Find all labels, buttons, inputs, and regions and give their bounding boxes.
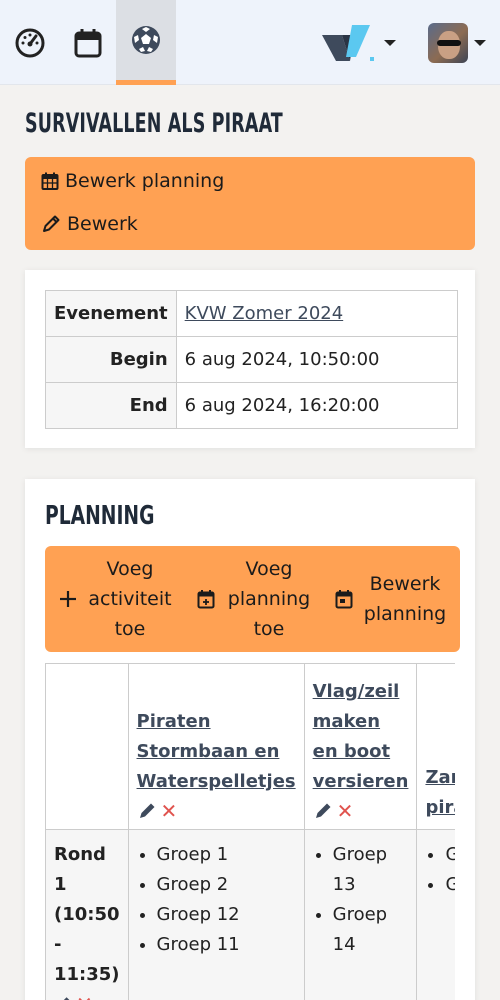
begin-value: 6 aug 2024, 10:50:00	[175, 336, 458, 383]
table-row: End 6 aug 2024, 16:20:00	[45, 382, 458, 429]
column-header: Vlag/zeil maken en boot versieren ✕	[303, 663, 418, 830]
list-item: Groep 12	[157, 900, 296, 930]
user-menu-dropdown[interactable]	[428, 0, 486, 85]
edit-planning-button[interactable]: Bewerk planning	[335, 546, 449, 652]
activity-link[interactable]: Piraten Stormbaan en Waterspelletjes	[137, 707, 296, 797]
delete-icon[interactable]: ✕	[337, 799, 354, 823]
round-label: Rond 1 (10:50 - 11:35)	[54, 844, 120, 985]
planning-card: PLANNING Voeg activiteit toe Voeg planni…	[25, 479, 475, 1000]
avatar	[428, 22, 468, 63]
pencil-icon	[43, 215, 60, 232]
plus-icon	[60, 591, 76, 607]
planning-title: PLANNING	[45, 501, 155, 531]
list-item: Gr	[445, 840, 455, 870]
corner-header	[45, 663, 129, 830]
brand-dropdown[interactable]	[322, 0, 396, 85]
schedule-cell: Groep 13 Groep 14	[303, 829, 418, 1000]
list-item: Groep 1	[157, 840, 296, 870]
add-planning-label: Voeg planning toe	[227, 558, 311, 640]
edit-planning-link[interactable]: Bewerk planning	[41, 170, 224, 192]
event-key: Evenement	[45, 290, 177, 337]
calendar-grid-icon	[41, 172, 59, 190]
activities-nav-link[interactable]	[116, 0, 176, 85]
column-header: Piraten Stormbaan en Waterspelletjes ✕	[127, 663, 305, 830]
table-row: Evenement KVW Zomer 2024	[45, 290, 458, 337]
planning-actions: Voeg activiteit toe Voeg planning toe Be…	[45, 546, 460, 652]
schedule-scroll-area[interactable]: Piraten Stormbaan en Waterspelletjes ✕ V…	[45, 663, 455, 1000]
delete-icon[interactable]: ✕	[76, 992, 93, 1000]
table-row: Rond 1 (10:50 - 11:35) ✕ Groep 1 Groep 2…	[45, 829, 455, 1000]
dashboard-icon	[15, 28, 45, 57]
actions-panel: Bewerk planning Bewerk	[25, 157, 475, 250]
column-header: Zandbouw pirattatto	[416, 663, 455, 830]
list-item: Gr	[445, 870, 455, 900]
event-value-cell: KVW Zomer 2024	[175, 290, 458, 337]
list-item: Groep 14	[333, 900, 409, 960]
list-item: Groep 11	[157, 930, 296, 960]
calendar-event-icon	[335, 590, 353, 609]
begin-key: Begin	[45, 336, 177, 383]
brand-logo-icon	[322, 24, 374, 61]
calendar-icon	[74, 28, 102, 57]
event-link[interactable]: KVW Zomer 2024	[185, 303, 344, 324]
delete-icon[interactable]: ✕	[161, 799, 178, 823]
add-activity-label: Voeg activiteit toe	[88, 558, 172, 640]
dashboard-nav-link[interactable]	[0, 0, 60, 85]
calendar-nav-link[interactable]	[58, 0, 118, 85]
edit-planning-btn-label: Bewerk planning	[363, 573, 447, 625]
end-value: 6 aug 2024, 16:20:00	[175, 382, 458, 429]
details-table: Evenement KVW Zomer 2024 Begin 6 aug 202…	[45, 290, 458, 429]
list-item: Groep 2	[157, 870, 296, 900]
calendar-plus-icon	[197, 590, 215, 609]
pencil-icon[interactable]	[54, 995, 72, 1000]
table-row: Begin 6 aug 2024, 10:50:00	[45, 336, 458, 383]
edit-label: Bewerk	[67, 213, 138, 235]
chevron-down-icon	[474, 39, 486, 46]
top-navbar	[0, 0, 500, 85]
add-planning-button[interactable]: Voeg planning toe	[197, 546, 315, 652]
edit-planning-label: Bewerk planning	[65, 170, 225, 192]
activity-link[interactable]: Zandbouw pirattatto	[425, 763, 455, 823]
chevron-down-icon	[384, 39, 396, 46]
list-item: Groep 13	[333, 840, 409, 900]
end-key: End	[45, 382, 177, 429]
round-cell: Rond 1 (10:50 - 11:35) ✕	[45, 829, 129, 1000]
schedule-cell: Gr Gr	[416, 829, 455, 1000]
schedule-table: Piraten Stormbaan en Waterspelletjes ✕ V…	[45, 663, 455, 1000]
add-activity-button[interactable]: Voeg activiteit toe	[59, 546, 175, 652]
schedule-cell: Groep 1 Groep 2 Groep 12 Groep 11	[127, 829, 305, 1000]
activity-link[interactable]: Vlag/zeil maken en boot versieren	[313, 677, 409, 797]
table-header-row: Piraten Stormbaan en Waterspelletjes ✕ V…	[45, 663, 455, 830]
soccer-ball-icon	[132, 26, 160, 54]
edit-link[interactable]: Bewerk	[41, 213, 138, 235]
pencil-icon[interactable]	[137, 801, 157, 821]
details-card: Evenement KVW Zomer 2024 Begin 6 aug 202…	[25, 270, 475, 448]
pencil-icon[interactable]	[313, 801, 333, 821]
page-title: SURVIVALLEN ALS PIRAAT	[25, 108, 283, 139]
